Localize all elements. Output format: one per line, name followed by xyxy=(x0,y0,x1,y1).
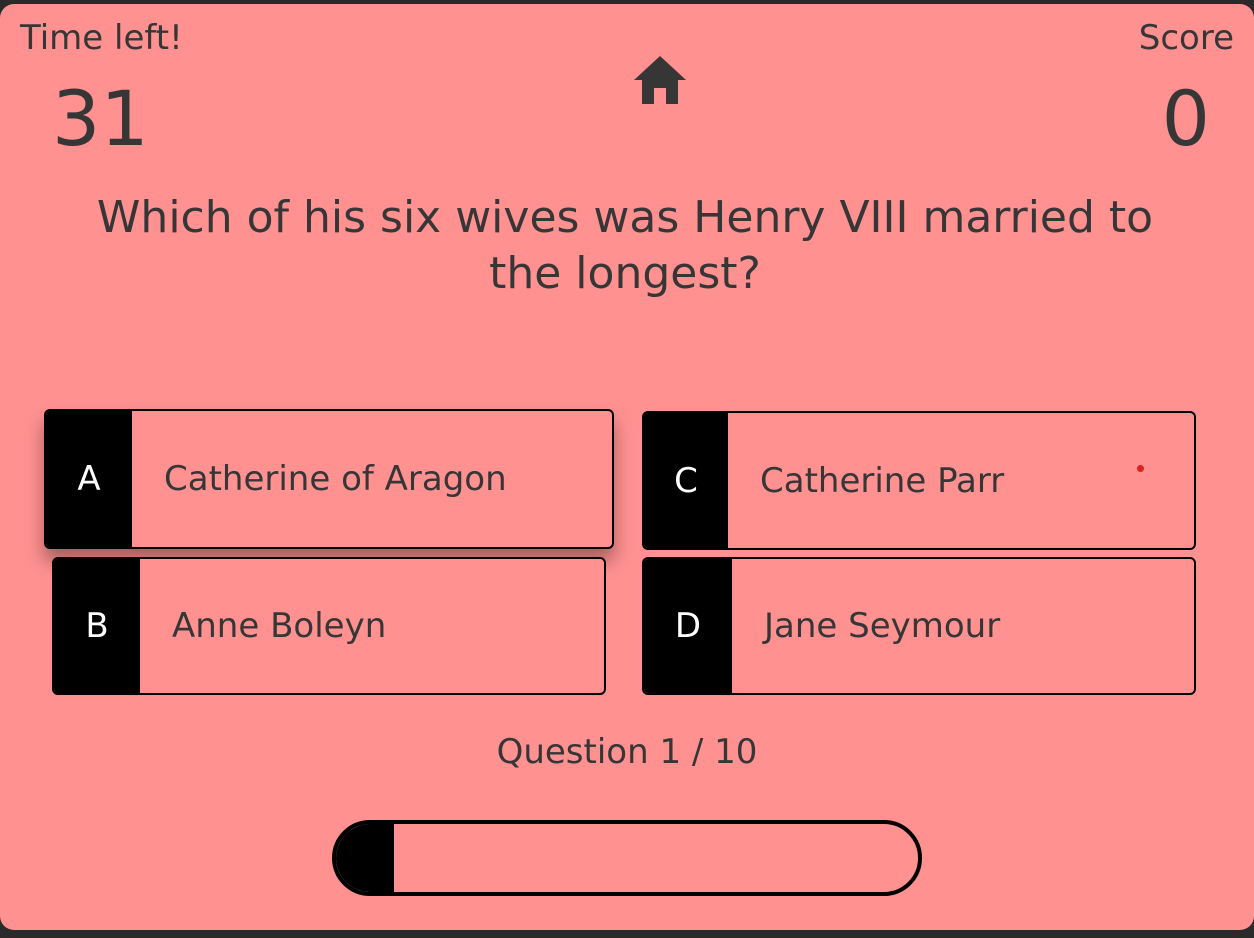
question-text: Which of his six wives was Henry VIII ma… xyxy=(96,192,1154,299)
progress-fill xyxy=(336,824,395,892)
answer-option-c[interactable]: C Catherine Parr xyxy=(642,411,1196,550)
time-left-label: Time left! xyxy=(20,18,183,58)
answer-option-a[interactable]: A Catherine of Aragon xyxy=(44,409,614,549)
answer-letter: C xyxy=(644,413,728,548)
time-left-value: 31 xyxy=(52,74,149,163)
home-icon[interactable] xyxy=(630,52,690,108)
cursor-dot xyxy=(1137,465,1144,472)
answer-text: Catherine of Aragon xyxy=(164,459,507,499)
score-value: 0 xyxy=(1161,74,1210,163)
progress-bar xyxy=(332,820,922,896)
answer-option-d[interactable]: D Jane Seymour xyxy=(642,557,1196,695)
answer-text: Jane Seymour xyxy=(764,606,1001,646)
answer-letter: D xyxy=(644,559,732,693)
answer-text: Catherine Parr xyxy=(760,460,1005,501)
answer-letter: A xyxy=(46,411,132,547)
answer-text: Anne Boleyn xyxy=(172,606,387,646)
question-counter: Question 1 / 10 xyxy=(496,732,758,772)
answer-letter: B xyxy=(54,559,140,693)
score-label: Score xyxy=(1138,18,1234,58)
answer-option-b[interactable]: B Anne Boleyn xyxy=(52,557,606,695)
quiz-card: Time left! 31 Score 0 Which of his six w… xyxy=(0,4,1254,930)
